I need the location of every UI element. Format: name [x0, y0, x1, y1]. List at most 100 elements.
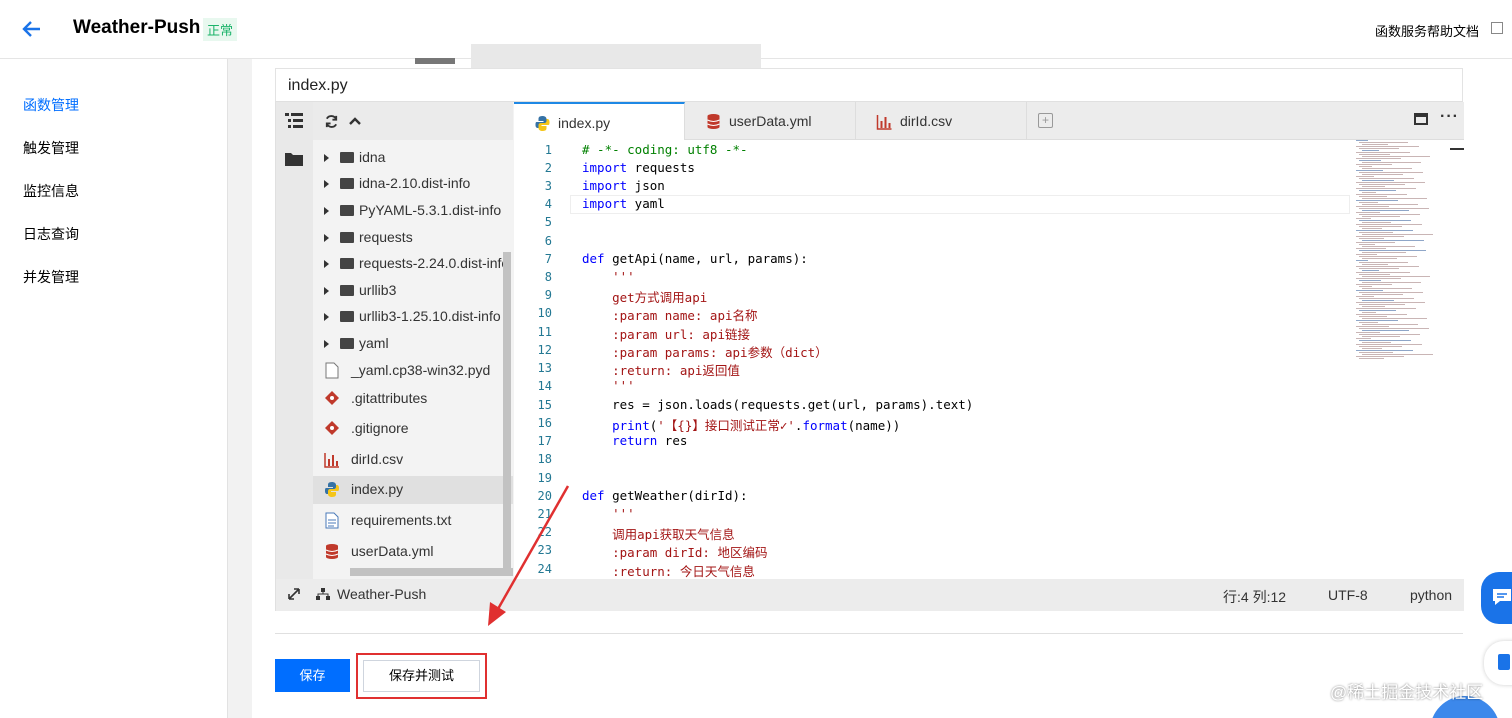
minimap-line [1362, 240, 1424, 241]
minimap-line [1356, 242, 1395, 243]
external-link-icon[interactable] [1491, 22, 1503, 34]
tree-file[interactable]: dirId.csv [313, 446, 513, 474]
tree-folder[interactable]: requests-2.24.0.dist-info [313, 250, 513, 278]
sidebar-item-function-management[interactable]: 函数管理 [23, 95, 79, 115]
ide-status-bar: Weather-Push 行:4 列:12 UTF-8 python [276, 579, 1464, 611]
minimap-line [1356, 266, 1419, 267]
minimap-line [1362, 306, 1385, 307]
tab-index-py[interactable]: index.py [514, 102, 685, 140]
folder-icon [340, 178, 354, 189]
minimap-line [1356, 194, 1407, 195]
code-minimap[interactable] [1350, 140, 1450, 360]
line-number: 10 [537, 306, 552, 320]
minimap-line [1362, 144, 1388, 145]
minimap-line [1356, 140, 1368, 141]
tree-folder[interactable]: PyYAML-5.3.1.dist-info [313, 197, 513, 225]
code-line: # -*- coding: utf8 -*- [582, 142, 748, 157]
tree-folder[interactable]: idna-2.10.dist-info [313, 170, 513, 198]
code-line: :return: 今日天气信息 [582, 564, 755, 579]
minimap-line [1362, 330, 1409, 331]
database-icon [707, 114, 720, 129]
code-editor[interactable]: 1 2 3 4 5 6 7 8 9 10 11 12 13 14 15 16 1… [514, 140, 1464, 579]
save-and-test-button[interactable]: 保存并测试 [363, 660, 480, 692]
tree-file[interactable]: _yaml.cp38-win32.pyd [313, 357, 513, 385]
code-line: :return: api返回值 [582, 363, 740, 378]
minimap-line [1359, 262, 1408, 263]
minimap-line [1359, 178, 1414, 179]
minimap-line [1362, 150, 1379, 151]
save-button[interactable]: 保存 [275, 659, 350, 692]
line-number: 15 [537, 398, 552, 412]
minimap-line [1356, 230, 1413, 231]
status-badge: 正常 [203, 18, 238, 41]
line-number: 16 [537, 416, 552, 430]
sidebar-item-monitoring[interactable]: 监控信息 [23, 181, 79, 201]
minimap-line [1356, 260, 1368, 261]
help-docs-link[interactable]: 函数服务帮助文档 [1375, 21, 1479, 40]
collapse-up-icon[interactable] [348, 115, 362, 127]
tree-file[interactable]: .gitattributes [313, 385, 513, 413]
back-arrow-icon[interactable] [20, 18, 44, 40]
studio-tab-strip[interactable] [471, 44, 761, 68]
minimap-line [1356, 350, 1413, 351]
minimap-line [1356, 248, 1386, 249]
tab-dirid-csv[interactable]: dirId.csv [856, 102, 1027, 140]
chart-icon [324, 453, 339, 468]
maximize-icon[interactable] [1414, 113, 1428, 125]
file-tree-icon[interactable] [284, 112, 304, 130]
minimap-line [1359, 328, 1429, 329]
minimap-line [1359, 190, 1396, 191]
minimap-line [1362, 204, 1418, 205]
minimap-line [1359, 214, 1420, 215]
function-title: Weather-Push [73, 17, 201, 38]
tree-folder[interactable]: urllib3 [313, 277, 513, 305]
database-icon [325, 544, 339, 559]
folder-icon [340, 152, 354, 163]
minimap-line [1359, 334, 1420, 335]
tree-folder[interactable]: idna [313, 144, 513, 172]
file-encoding[interactable]: UTF-8 [1328, 587, 1368, 603]
minimap-line [1359, 142, 1408, 143]
minimap-line [1356, 164, 1392, 165]
minimap-line [1356, 290, 1383, 291]
text-file-icon [325, 512, 339, 529]
expand-icon[interactable] [288, 588, 300, 600]
minimap-line [1359, 316, 1387, 317]
tree-file[interactable]: .gitignore [313, 415, 513, 443]
code-line: def getApi(name, url, params): [582, 251, 808, 266]
refresh-icon[interactable] [324, 114, 339, 129]
line-number: 3 [544, 179, 552, 193]
chat-support-icon[interactable] [1481, 572, 1512, 624]
activity-bar [276, 102, 313, 579]
more-options-icon[interactable]: ··· [1440, 108, 1459, 126]
sidebar-item-concurrency[interactable]: 并发管理 [23, 267, 79, 287]
cursor-position[interactable]: 行:4 列:12 [1223, 587, 1286, 607]
folder-icon[interactable] [284, 150, 304, 168]
minimap-line [1359, 196, 1387, 197]
tab-userdata-yml[interactable]: userData.yml [685, 102, 856, 140]
sidebar-item-log-query[interactable]: 日志查询 [23, 224, 79, 244]
tree-folder[interactable]: urllib3-1.25.10.dist-info [313, 303, 513, 331]
python-icon [535, 116, 550, 131]
line-number: 7 [544, 252, 552, 266]
document-icon[interactable] [1484, 641, 1512, 685]
line-number: 12 [537, 343, 552, 357]
line-number: 9 [544, 288, 552, 302]
chart-icon [876, 115, 892, 130]
line-number: 13 [537, 361, 552, 375]
sidebar-item-trigger-management[interactable]: 触发管理 [23, 138, 79, 158]
tree-folder[interactable]: requests [313, 224, 513, 252]
language-mode[interactable]: python [1410, 587, 1452, 603]
open-file-title: index.py [275, 68, 1463, 101]
code-line: import requests [582, 160, 695, 175]
minimap-line [1362, 312, 1376, 313]
minimap-line [1359, 184, 1405, 185]
line-number: 8 [544, 270, 552, 284]
minimap-line [1362, 192, 1376, 193]
minimap-line [1362, 264, 1388, 265]
add-tab-icon[interactable]: + [1038, 113, 1053, 128]
minimap-line [1362, 162, 1421, 163]
minimap-line [1356, 236, 1404, 237]
minimap-line [1356, 338, 1371, 339]
tree-folder[interactable]: yaml [313, 330, 513, 358]
